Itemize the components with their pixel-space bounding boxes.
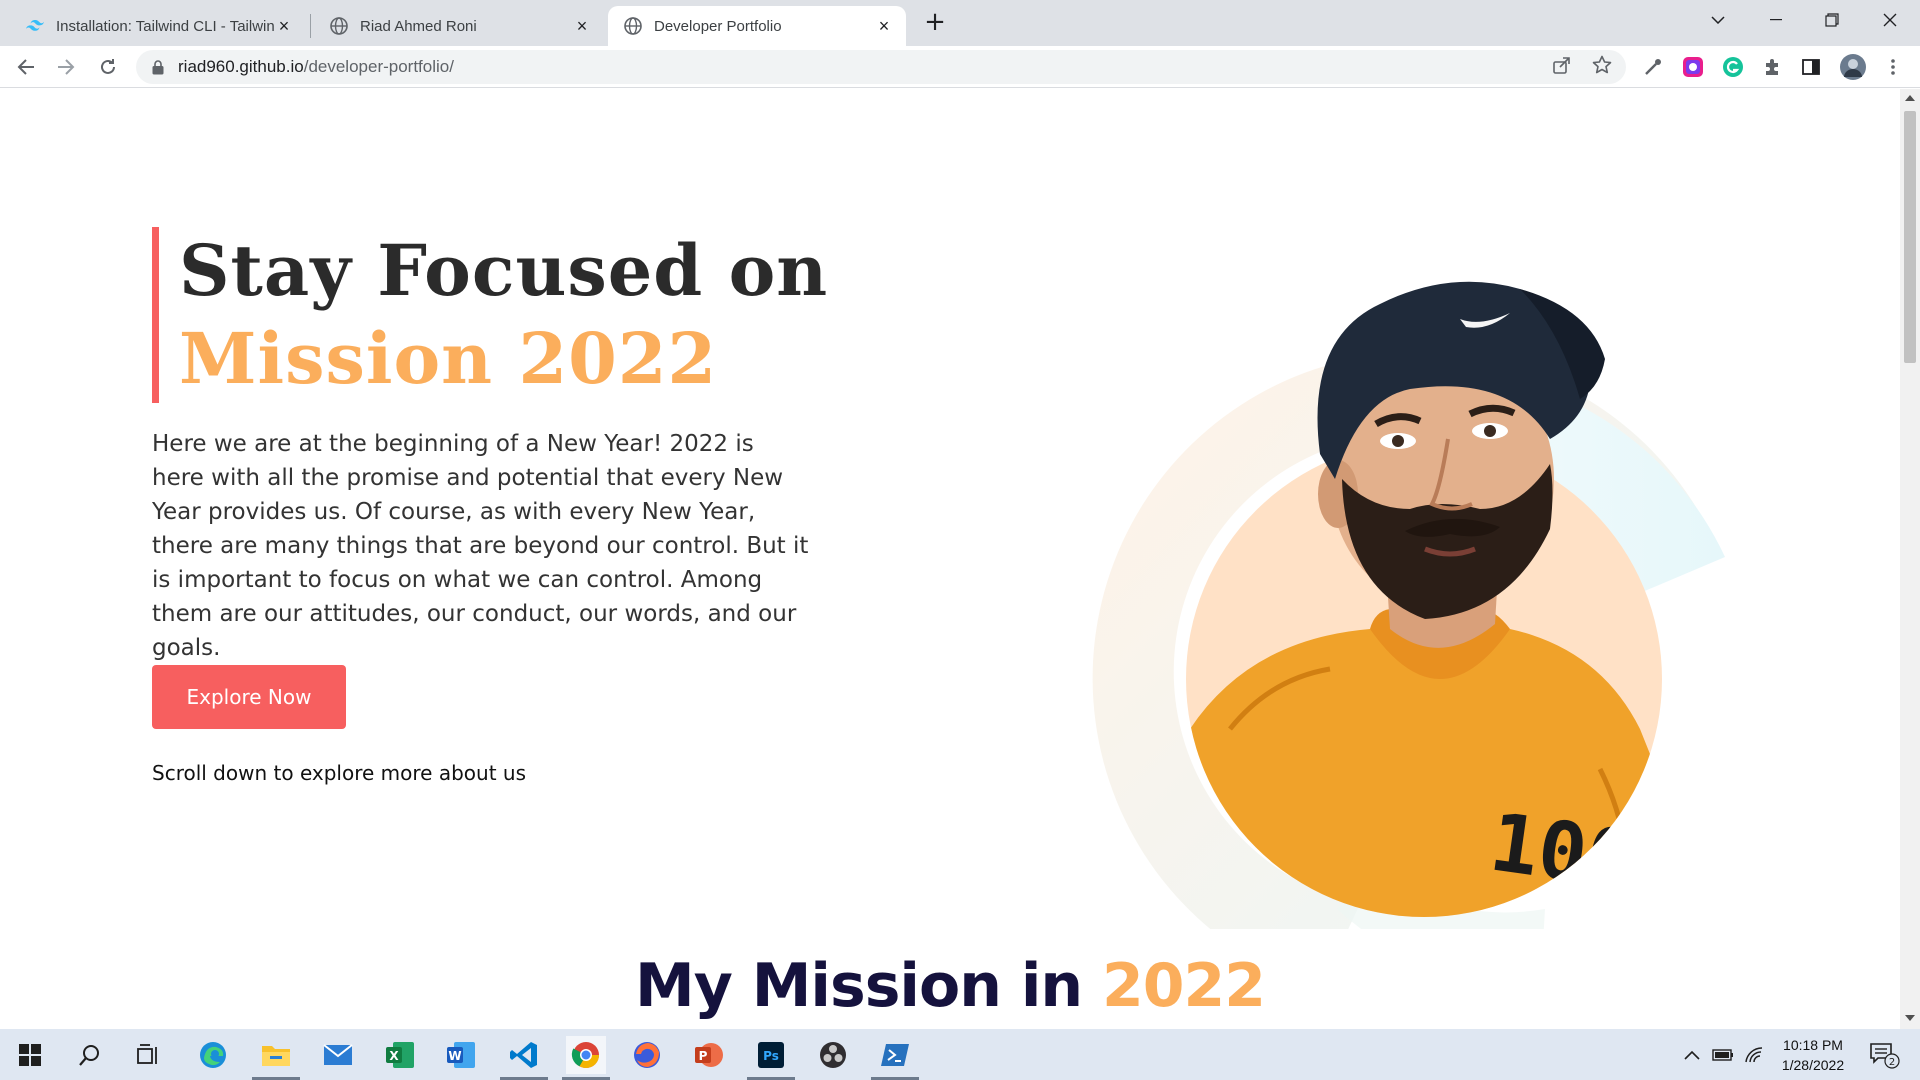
page-scrollbar[interactable] [1900,89,1920,1029]
svg-text:Ps: Ps [763,1049,779,1063]
photoshop-icon[interactable]: Ps [747,1036,795,1080]
start-icon[interactable] [10,1036,50,1074]
hero-portrait: 100 [1080,209,1780,994]
notification-center-icon[interactable]: 2 [1868,1029,1902,1080]
task-view-icon[interactable] [128,1036,168,1074]
powershell-icon[interactable] [871,1036,919,1080]
color-picker-extension-icon[interactable] [1678,52,1708,82]
firefox-icon[interactable] [627,1036,667,1074]
scroll-up-arrow-icon[interactable] [1905,95,1915,101]
word-icon[interactable]: W [441,1036,481,1074]
new-tab-button[interactable]: + [920,8,950,38]
tab-search-chevron-icon[interactable] [1690,0,1746,40]
mission-heading-part1: My Mission in [635,951,1083,1021]
edge-icon[interactable] [193,1036,233,1074]
svg-text:P: P [699,1049,708,1063]
minimize-button[interactable] [1748,0,1804,40]
excel-icon[interactable]: X [380,1036,420,1074]
url-host: riad960.github.io [178,57,304,76]
powerpoint-icon[interactable]: P [689,1036,729,1074]
file-explorer-icon[interactable] [252,1036,300,1080]
mission-heading: My Mission in 2022 [0,951,1900,1021]
clock-time: 10:18 PM [1783,1037,1843,1053]
reload-icon[interactable] [92,51,124,83]
svg-text:X: X [389,1049,399,1063]
address-bar[interactable]: riad960.github.io/developer-portfolio/ [136,50,1626,84]
share-icon[interactable] [1552,55,1572,80]
system-clock[interactable]: 10:18 PM 1/28/2022 [1768,1035,1858,1075]
tab-close-icon[interactable]: × [572,16,592,36]
scrollbar-thumb[interactable] [1904,111,1916,363]
vscode-icon[interactable] [500,1036,548,1080]
tab-title: Developer Portfolio [654,17,782,35]
clock-date: 1/28/2022 [1781,1057,1845,1073]
obs-icon[interactable] [813,1036,853,1074]
tab-title: Riad Ahmed Roni [360,17,477,35]
tab-developer-portfolio[interactable]: Developer Portfolio × [608,6,906,46]
explore-now-button[interactable]: Explore Now [152,665,346,729]
tab-close-icon[interactable]: × [274,16,294,36]
battery-icon[interactable] [1712,1029,1734,1080]
tab-tailwind[interactable]: Installation: Tailwind CLI - Tailwind × [10,6,306,46]
chrome-icon[interactable] [562,1036,610,1080]
hero-title-line2: Mission 2022 [179,317,718,400]
tailwind-favicon-icon [26,17,44,35]
tab-title: Installation: Tailwind CLI - Tailwind [56,17,274,35]
scroll-down-arrow-icon[interactable] [1905,1015,1915,1021]
hero-title: Stay Focused on Mission 2022 [152,227,828,403]
tab-riad-ahmed-roni[interactable]: Riad Ahmed Roni × [314,6,604,46]
grammarly-extension-icon[interactable] [1718,52,1748,82]
tab-strip: Installation: Tailwind CLI - Tailwind × … [0,0,1920,46]
eyedropper-extension-icon[interactable] [1638,52,1668,82]
page-viewport: Stay Focused on Mission 2022 Here we are… [0,89,1900,1029]
svg-text:W: W [448,1049,461,1063]
mail-icon[interactable] [318,1036,358,1074]
tab-close-icon[interactable]: × [874,16,894,36]
lock-icon[interactable] [152,59,164,75]
restore-button[interactable] [1804,0,1860,40]
hero-title-line1: Stay Focused on [179,229,829,312]
notification-count: 2 [1889,1057,1895,1068]
back-arrow-icon[interactable] [10,51,42,83]
tab-separator [310,14,311,38]
chrome-menu-icon[interactable] [1878,52,1908,82]
browser-toolbar: riad960.github.io/developer-portfolio/ [0,46,1920,88]
extensions-puzzle-icon[interactable] [1758,52,1788,82]
windows-taskbar: X W P Ps 10:18 PM 1/28/2022 2 [0,1029,1920,1080]
shirt-print: 100 [1485,796,1641,908]
mission-heading-year: 2022 [1101,951,1266,1021]
profile-avatar[interactable] [1838,52,1868,82]
tray-overflow-chevron-icon[interactable] [1684,1029,1700,1080]
forward-arrow-icon[interactable] [50,51,82,83]
globe-icon [624,17,642,35]
url-path: /developer-portfolio/ [303,57,454,76]
search-icon[interactable] [70,1036,110,1074]
close-window-button[interactable] [1862,0,1918,40]
side-panel-icon[interactable] [1796,52,1826,82]
wifi-icon[interactable] [1744,1029,1764,1080]
scroll-hint-text: Scroll down to explore more about us [152,761,526,785]
hero-paragraph: Here we are at the beginning of a New Ye… [152,431,809,661]
globe-icon [330,17,348,35]
bookmark-star-icon[interactable] [1592,55,1612,80]
